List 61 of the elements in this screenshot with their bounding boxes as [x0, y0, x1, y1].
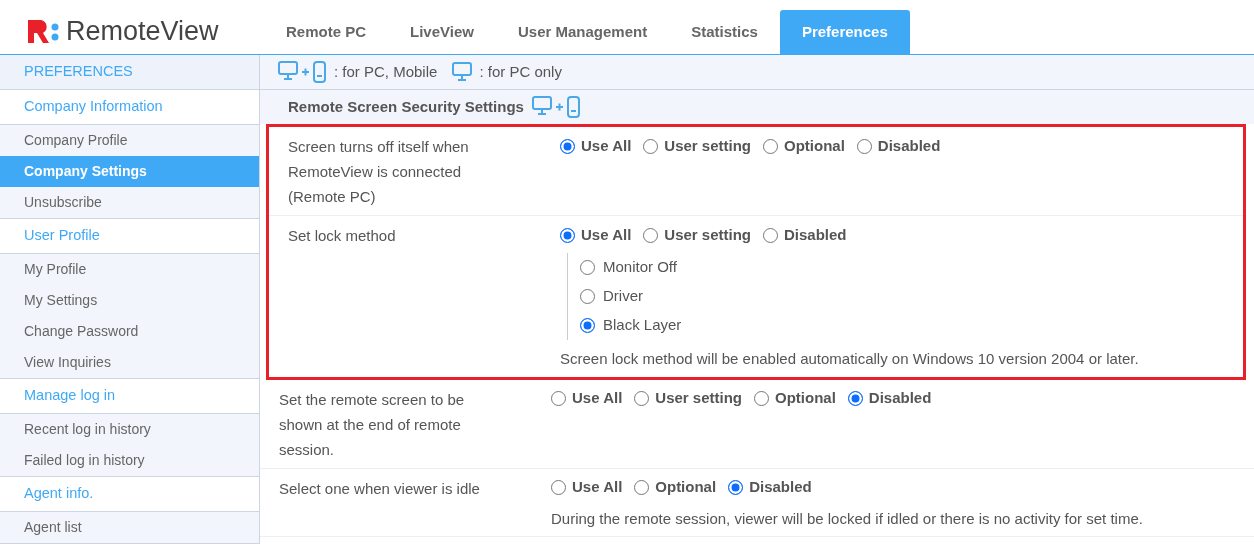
sidebar-item[interactable]: View Inquiries [0, 347, 259, 378]
radio-button[interactable] [634, 480, 650, 495]
radio-button[interactable] [728, 480, 744, 495]
sidebar-item[interactable]: Failed log in history [0, 445, 259, 476]
radio-button[interactable] [763, 227, 778, 243]
legend-text: : for PC only [479, 61, 562, 82]
nav-tab[interactable]: User Management [495, 10, 670, 55]
option-label[interactable]: User setting [664, 223, 751, 247]
radio-button[interactable] [580, 318, 595, 333]
setting-label: Select one when viewer is idle [279, 478, 481, 499]
setting-note: During the remote session, viewer will be locked if idled or there is no activity for set time. [551, 508, 1144, 529]
option-label[interactable]: Driver [603, 285, 643, 308]
setting-label: Set lock method [288, 226, 397, 246]
radio-button[interactable] [856, 138, 872, 154]
option-label[interactable]: Monitor Off [603, 256, 677, 279]
radio-button[interactable] [754, 391, 769, 406]
option-label[interactable]: Disabled [868, 387, 932, 410]
sidebar-item[interactable]: My Profile [0, 254, 259, 285]
option-label[interactable]: User setting [664, 134, 751, 158]
option-label[interactable]: Use All [572, 387, 623, 410]
sidebar-item[interactable]: Agent list [0, 512, 259, 543]
radio-button[interactable] [634, 391, 650, 406]
radio-button[interactable] [560, 227, 575, 243]
brand-name: RemoteView [66, 17, 219, 45]
option-label[interactable]: Use All [581, 134, 632, 158]
nav-tab[interactable]: Statistics [669, 10, 780, 55]
option-label[interactable]: Black Layer [603, 314, 682, 337]
option-label[interactable]: User setting [655, 387, 742, 410]
pc-mobile-icon [531, 96, 582, 118]
sidebar-title: PREFERENCES [0, 55, 259, 90]
setting-label: Set the remote screen to be shown at the end of remote session. [279, 389, 466, 460]
option-label[interactable]: Use All [581, 223, 632, 247]
radio-button[interactable] [580, 260, 595, 275]
sidebar-item[interactable]: Company Profile [0, 125, 259, 156]
setting-note: Screen lock method will be enabled automatically on Windows 10 version 2004 or later. [560, 349, 1140, 369]
radio-button[interactable] [643, 227, 659, 243]
radio-button[interactable] [580, 289, 595, 304]
nav-tab[interactable]: Remote PC [264, 10, 389, 55]
radio-button[interactable] [551, 391, 566, 406]
radio-button[interactable] [643, 138, 659, 154]
legend-text: : for PC, Mobile [334, 61, 438, 82]
setting-label: Screen turns off itself when RemoteView is connected (Remote PC) [288, 137, 470, 207]
option-label[interactable]: Use All [572, 476, 623, 499]
nav-tab[interactable]: LiveView [388, 10, 496, 55]
radio-button[interactable] [847, 391, 863, 406]
option-label[interactable]: Disabled [877, 134, 941, 158]
radio-button[interactable] [763, 138, 778, 154]
sidebar-item[interactable]: My Settings [0, 285, 259, 316]
option-label[interactable]: Disabled [749, 476, 812, 499]
sidebar-item[interactable]: Unsubscribe [0, 187, 259, 218]
pc-mobile-icon [278, 61, 328, 83]
section-title: Remote Screen Security Settings [288, 96, 524, 117]
monitor-icon [451, 62, 474, 82]
sidebar-item[interactable]: Change Password [0, 316, 259, 347]
radio-button[interactable] [551, 480, 566, 495]
sidebar-item[interactable]: Recent log in history [0, 414, 259, 445]
option-label[interactable]: Optional [655, 476, 717, 499]
option-label[interactable]: Optional [784, 134, 845, 158]
radio-button[interactable] [560, 138, 575, 154]
option-label[interactable]: Optional [775, 387, 836, 410]
option-label[interactable]: Disabled [784, 223, 847, 247]
